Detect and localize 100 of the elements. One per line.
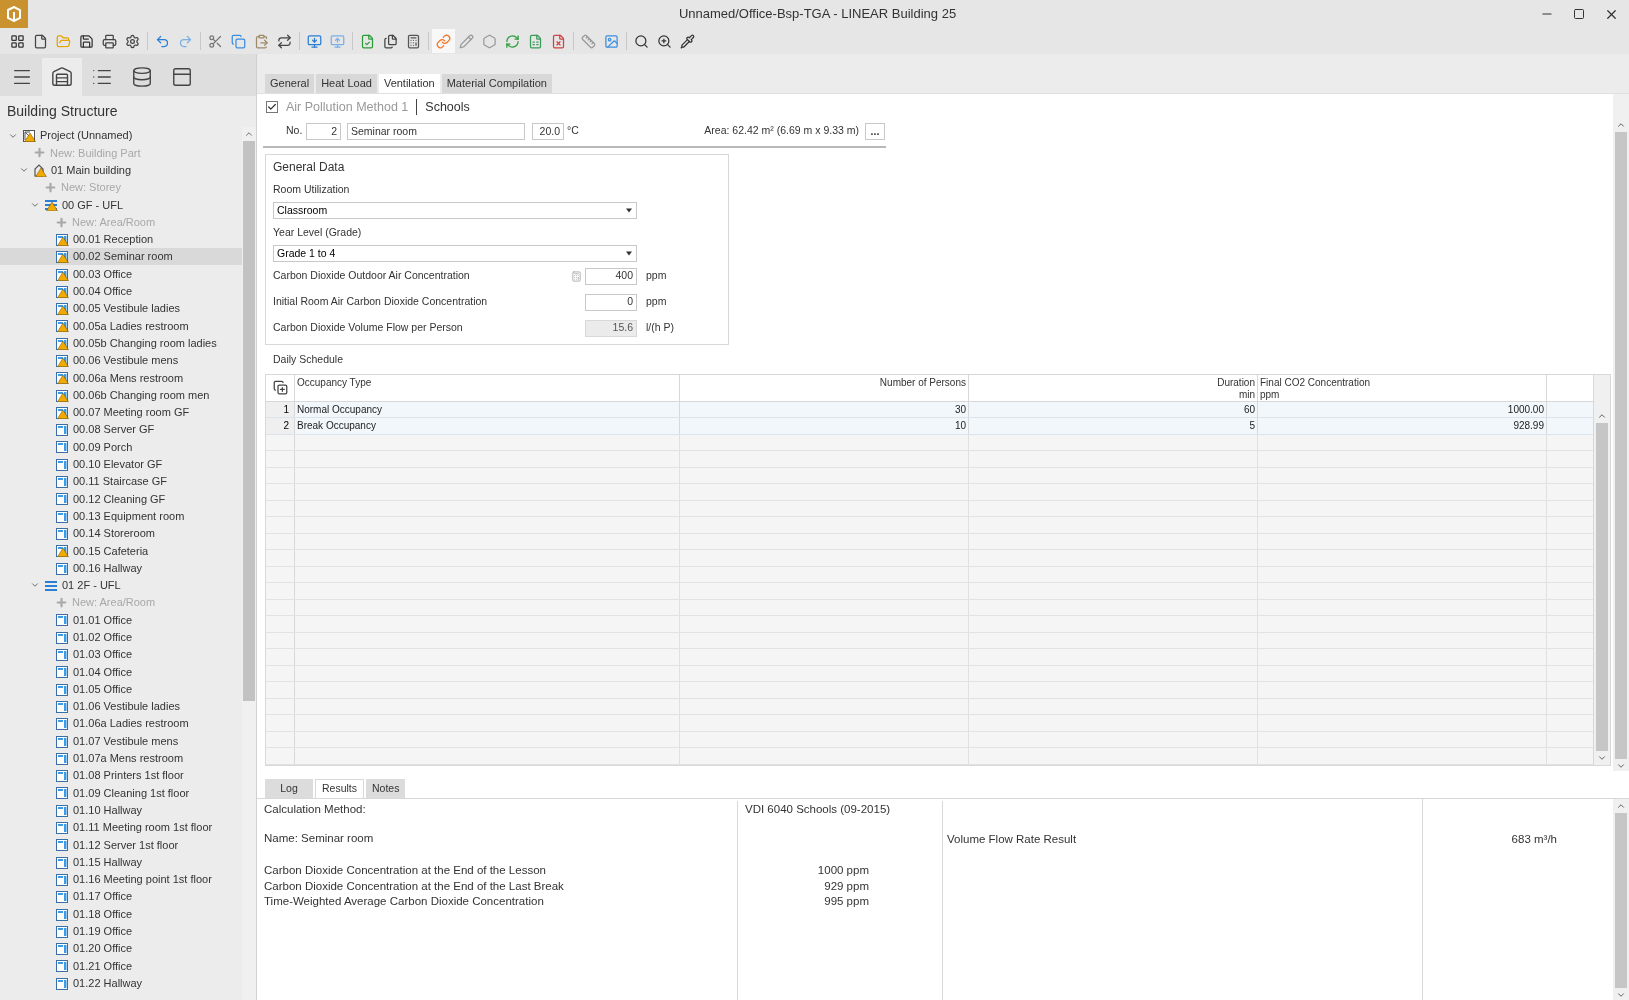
scroll-up-icon[interactable] [244, 129, 254, 139]
tree-item[interactable]: 01.03 Office [0, 645, 242, 664]
checkbox[interactable] [266, 101, 278, 113]
tree-item[interactable]: 00.06 Vestibule mens [0, 351, 242, 370]
tree-item[interactable]: 01.08 Printers 1st floor [0, 767, 242, 785]
tree-item[interactable]: 00.14 Storeroom [0, 524, 242, 543]
result-label: Time-Weighted Average Carbon Dioxide Concentration [264, 895, 544, 907]
tree-item[interactable]: 01.12 Server 1st floor [0, 836, 242, 854]
tree-item[interactable]: 01.04 Office [0, 663, 242, 681]
tree-item[interactable]: 00.05a Ladies restroom [0, 317, 242, 335]
room-name-field[interactable]: Seminar room [347, 122, 525, 140]
temperature-field[interactable]: 20.0 [532, 122, 564, 140]
result-label: Volume Flow Rate Result [947, 833, 1077, 845]
plus-icon [33, 146, 46, 160]
tree-item[interactable]: 00.08 Server GF [0, 421, 242, 439]
scrollbar[interactable] [1613, 799, 1629, 1000]
scroll-up-icon[interactable] [1616, 120, 1626, 130]
maximize-icon [1573, 8, 1585, 20]
zoom-icon [657, 33, 672, 49]
field-label: Year Level (Grade) [273, 224, 363, 240]
tree-item[interactable]: 00.06b Changing room men [0, 386, 242, 404]
more-button[interactable]: ... [865, 122, 885, 140]
tree-item[interactable]: 01.01 Office [0, 611, 242, 629]
copy-rows-icon[interactable] [272, 380, 288, 396]
tree-item[interactable]: 01.20 Office [0, 939, 242, 958]
result-label: Name: Seminar room [264, 830, 374, 846]
tree-item[interactable]: 01.17 Office [0, 888, 242, 906]
save-icon [79, 33, 94, 49]
column-header[interactable]: Occupancy Type [295, 374, 680, 401]
table-cell: 10 [680, 418, 969, 434]
scrollbar[interactable] [242, 127, 256, 1000]
tree-item[interactable]: 01.07a Mens restroom [0, 749, 242, 767]
number-field[interactable]: 0 [585, 293, 637, 311]
tree-item[interactable]: 00.02 Seminar room [0, 248, 242, 266]
link-tool-button[interactable] [432, 29, 455, 53]
number-field[interactable]: 400 [585, 267, 637, 285]
unit-label: °C [567, 123, 579, 139]
tree-item[interactable]: 01.19 Office [0, 922, 242, 940]
file-delete-icon [551, 33, 566, 49]
dropdown[interactable]: Grade 1 to 4 [273, 245, 637, 262]
scroll-up-icon[interactable] [1616, 801, 1626, 811]
calculator-icon[interactable] [570, 270, 582, 282]
tree-item[interactable]: 01 2F - UFL [0, 576, 242, 594]
tree-item[interactable]: 00.05 Vestibule ladies [0, 299, 242, 318]
tree-item[interactable]: 01 Main building [0, 161, 242, 179]
tree-item[interactable]: 01.16 Meeting point 1st floor [0, 870, 242, 889]
tab[interactable]: General [265, 74, 315, 93]
tree-item[interactable]: 00.04 Office [0, 282, 242, 300]
tree-item[interactable]: 01.06 Vestibule ladies [0, 697, 242, 716]
tree-item[interactable]: 01.09 Cleaning 1st floor [0, 784, 242, 802]
tree-item[interactable]: 00.15 Cafeteria [0, 542, 242, 560]
new-file-icon [33, 33, 48, 49]
dropdown[interactable]: Classroom [273, 202, 637, 219]
tab[interactable]: Heat Load [316, 74, 377, 93]
file-check-icon [360, 33, 375, 49]
tree-item[interactable]: 00.03 Office [0, 265, 242, 283]
tree-item[interactable]: 00.16 Hallway [0, 559, 242, 577]
tree-item[interactable]: 01.22 Hallway [0, 974, 242, 992]
tree-item[interactable]: 00.07 Meeting room GF [0, 403, 242, 422]
number-field: 15.6 [585, 319, 637, 337]
tree-item[interactable]: 00 GF - UFL [0, 196, 242, 214]
grid-icon [10, 33, 25, 49]
print-icon [102, 33, 117, 49]
column-header[interactable]: Number of Persons [680, 374, 969, 401]
scrollbar[interactable] [1613, 94, 1629, 771]
scroll-down-icon[interactable] [1616, 990, 1626, 1000]
tree-item[interactable]: Project (Unnamed) [0, 127, 242, 145]
tree-item[interactable]: 01.11 Meeting room 1st floor [0, 818, 242, 837]
tree-item[interactable]: 00.10 Elevator GF [0, 455, 242, 473]
tree-item[interactable]: 01.07 Vestibule mens [0, 732, 242, 750]
scroll-down-icon[interactable] [1616, 761, 1626, 771]
tree-item[interactable]: 01.05 Office [0, 680, 242, 698]
pipette-icon [680, 33, 695, 49]
result-value: 929 ppm [824, 878, 869, 893]
tab[interactable]: Notes [366, 779, 406, 798]
scrollbar[interactable] [1593, 374, 1610, 765]
tab[interactable]: Material Compilation [441, 74, 552, 93]
unit-label: l/(h P) [646, 320, 674, 336]
column-header[interactable]: Final CO2 Concentration ppm [1258, 374, 1547, 401]
tree-item[interactable]: 01.18 Office [0, 905, 242, 923]
tab[interactable]: Log [265, 779, 313, 798]
tab[interactable]: Results [315, 779, 364, 798]
tree-item[interactable]: 01.10 Hallway [0, 801, 242, 819]
tree-item[interactable]: 00.11 Staircase GF [0, 472, 242, 491]
tree-item[interactable]: 00.13 Equipment room [0, 507, 242, 525]
tab[interactable]: Ventilation [378, 74, 440, 93]
tree-item[interactable]: 01.15 Hallway [0, 853, 242, 871]
room-number-field[interactable]: 2 [306, 122, 341, 140]
tree-item[interactable]: 00.01 Reception [0, 230, 242, 249]
tree-item[interactable]: 01.21 Office [0, 957, 242, 975]
tree-item[interactable]: 01.02 Office [0, 628, 242, 646]
tree-item[interactable]: 01.06a Ladies restroom [0, 715, 242, 733]
tree-item[interactable]: 00.06a Mens restroom [0, 369, 242, 387]
tree-item[interactable]: 00.09 Porch [0, 438, 242, 456]
tree-item[interactable]: 00.05b Changing room ladies [0, 334, 242, 352]
plus-icon [55, 596, 68, 610]
tree-item[interactable]: 00.12 Cleaning GF [0, 490, 242, 508]
view-tab[interactable] [42, 58, 82, 96]
table-cell: 5 [969, 418, 1258, 434]
column-header[interactable]: Duration min [969, 374, 1258, 401]
